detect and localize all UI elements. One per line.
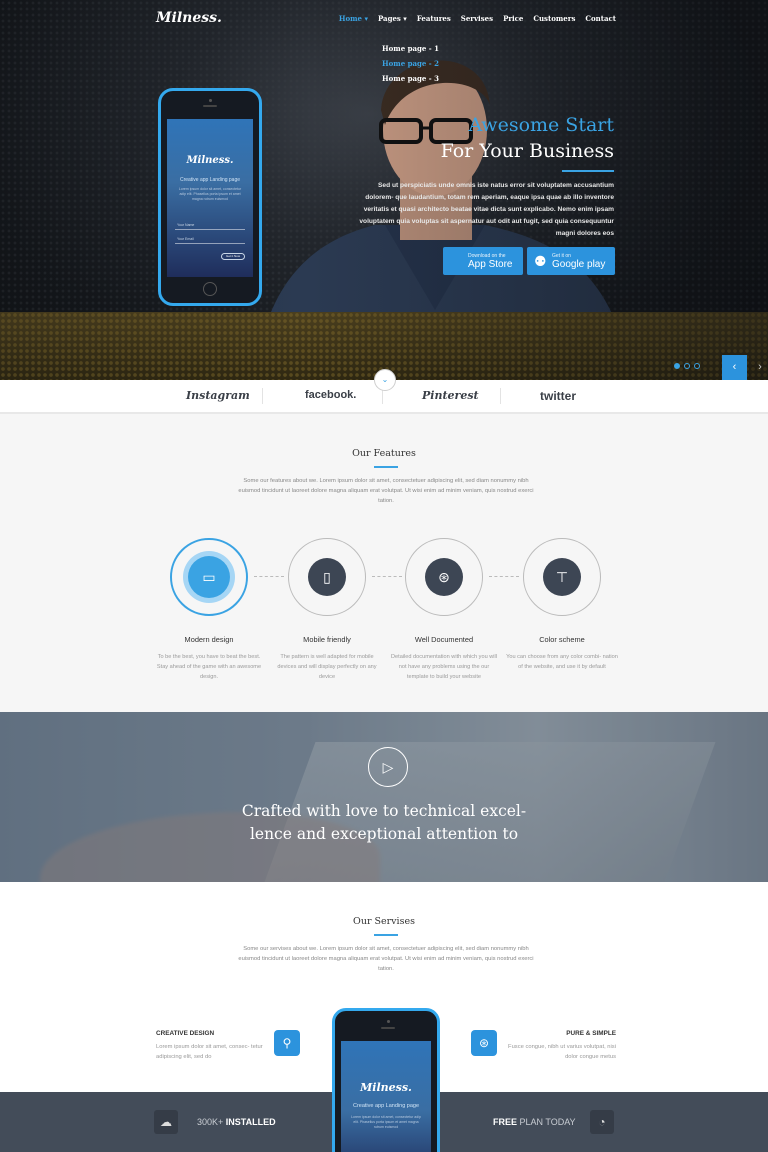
nav-item-customers[interactable]: Customers bbox=[533, 14, 575, 23]
play-video-button[interactable]: ▷ bbox=[368, 747, 408, 787]
facebook-link[interactable]: facebook. bbox=[305, 389, 356, 401]
slider-dot[interactable] bbox=[684, 363, 690, 369]
twitter-link[interactable]: twitter bbox=[540, 389, 576, 403]
feature-description: The pattern is well adapted for mobile d… bbox=[277, 654, 377, 680]
services-intro: Some our servises about we. Lorem ipsum … bbox=[238, 946, 534, 972]
slider-prev-button[interactable]: ‹ bbox=[722, 355, 747, 380]
hero-title: For Your Business bbox=[440, 140, 614, 162]
nav-item-price[interactable]: Price bbox=[503, 14, 523, 23]
slider-next-button[interactable]: › bbox=[752, 355, 768, 380]
slider-dot[interactable] bbox=[674, 363, 680, 369]
nav-item-home[interactable]: Home ▾ bbox=[339, 14, 368, 23]
phone-screen: Milness. Creative app Landing page Lorem… bbox=[167, 119, 253, 277]
features-section: Our Features Some our features about we.… bbox=[0, 414, 768, 712]
google-play-button[interactable]: ⚉ Get it on Google play bbox=[527, 247, 615, 275]
phone-subtitle: Creative app Landing page bbox=[179, 177, 241, 183]
hero-phone-mockup: Milness. Creative app Landing page Lorem… bbox=[158, 88, 262, 306]
feature-title: Color scheme bbox=[539, 635, 585, 644]
nav-item-contact[interactable]: Contact bbox=[585, 14, 616, 23]
installed-stat: 300K+ INSTALLED bbox=[197, 1117, 276, 1127]
bicycle-icon: ⚲ bbox=[274, 1030, 300, 1056]
paint-roller-icon: ⊤ bbox=[543, 558, 581, 596]
feature-well-documented[interactable]: ⊛ bbox=[405, 538, 483, 616]
scroll-down-button[interactable]: ⌄ bbox=[374, 369, 396, 391]
service-text-creative-design: Lorem ipsum dolor sit amet, consec- tetu… bbox=[156, 1044, 263, 1060]
main-nav: Home ▾ Pages ▾ Features Servises Price C… bbox=[339, 14, 616, 23]
features-intro: Some our features about we. Lorem ipsum … bbox=[238, 478, 534, 504]
feature-description: You can choose from any color combi- nat… bbox=[506, 654, 618, 670]
feature-title: Well Documented bbox=[414, 635, 474, 644]
submenu-item-home-3[interactable]: Home page - 3 bbox=[382, 74, 439, 89]
nav-item-pages[interactable]: Pages ▾ bbox=[378, 14, 407, 23]
hero-title-accent: Awesome Start bbox=[468, 114, 614, 136]
hero-text: Sed ut perspiciatis unde omnis iste natu… bbox=[359, 182, 614, 237]
feature-modern-design[interactable]: ▭ bbox=[170, 538, 248, 616]
app-store-button[interactable]: Download on the App Store bbox=[443, 247, 523, 275]
feature-description: Detailed documentation with which you wi… bbox=[390, 654, 498, 680]
phone-logo: Milness. bbox=[360, 1081, 412, 1094]
service-title-creative-design: CREATIVE DESIGN bbox=[156, 1030, 215, 1037]
services-phone-mockup: Milness. Creative app Landing page Lorem… bbox=[332, 1008, 440, 1152]
pinterest-link[interactable]: Pinterest bbox=[422, 389, 479, 402]
hero-section: Milness. Home ▾ Pages ▾ Features Servise… bbox=[0, 0, 768, 380]
phone-screen: Milness. Creative app Landing page Lorem… bbox=[341, 1041, 431, 1152]
feature-mobile-friendly[interactable]: ▯ bbox=[288, 538, 366, 616]
phone-email-label: Your Email bbox=[177, 237, 194, 241]
browser-window-icon: ▭ bbox=[188, 556, 230, 598]
slider-dot[interactable] bbox=[694, 363, 700, 369]
service-text-pure-simple: Fusce congue, nibh ut varius volutpat, n… bbox=[508, 1044, 616, 1060]
video-banner bbox=[0, 712, 768, 882]
free-plan-stat: FREE PLAN TODAY bbox=[493, 1117, 576, 1127]
nav-item-servises[interactable]: Servises bbox=[461, 14, 493, 23]
phone-name-label: Your Name bbox=[177, 223, 195, 227]
lifebuoy-icon: ⊛ bbox=[425, 558, 463, 596]
android-icon: ⚉ bbox=[534, 252, 547, 269]
nav-item-features[interactable]: Features bbox=[417, 14, 451, 23]
video-banner-text: Crafted with love to technical excel- le… bbox=[241, 802, 527, 843]
feature-color-scheme[interactable]: ⊤ bbox=[523, 538, 601, 616]
slider-pagination bbox=[674, 363, 700, 369]
features-title: Our Features bbox=[352, 448, 416, 459]
phone-logo: Milness. bbox=[186, 155, 234, 166]
piggy-bank-icon: ◔ bbox=[590, 1110, 614, 1134]
instagram-link[interactable]: Instagram bbox=[186, 389, 250, 402]
lifebuoy-icon: ⊛ bbox=[471, 1030, 497, 1056]
phone-text: Lorem ipsum dolor sit amet, consectetur … bbox=[178, 187, 242, 201]
mobile-icon: ▯ bbox=[308, 558, 346, 596]
feature-description: To be the best, you have to beat the bes… bbox=[156, 654, 262, 680]
phone-home-button bbox=[203, 282, 217, 296]
home-submenu: Home page - 1 Home page - 2 Home page - … bbox=[382, 44, 439, 89]
logo[interactable]: Milness. bbox=[156, 10, 222, 26]
phone-text: Lorem ipsum dolor sit amet, consectetur … bbox=[351, 1115, 421, 1129]
phone-subtitle: Creative app Landing page bbox=[352, 1103, 420, 1109]
feature-title: Mobile friendly bbox=[303, 635, 351, 644]
submenu-item-home-1[interactable]: Home page - 1 bbox=[382, 44, 439, 59]
submenu-item-home-2[interactable]: Home page - 2 bbox=[382, 59, 439, 74]
services-title: Our Servises bbox=[353, 916, 415, 927]
feature-title: Modern design bbox=[184, 635, 234, 644]
cloud-download-icon: ☁ bbox=[154, 1110, 178, 1134]
phone-cta-button: Get it Now bbox=[221, 253, 245, 260]
service-title-pure-simple: PURE & SIMPLE bbox=[566, 1030, 616, 1037]
